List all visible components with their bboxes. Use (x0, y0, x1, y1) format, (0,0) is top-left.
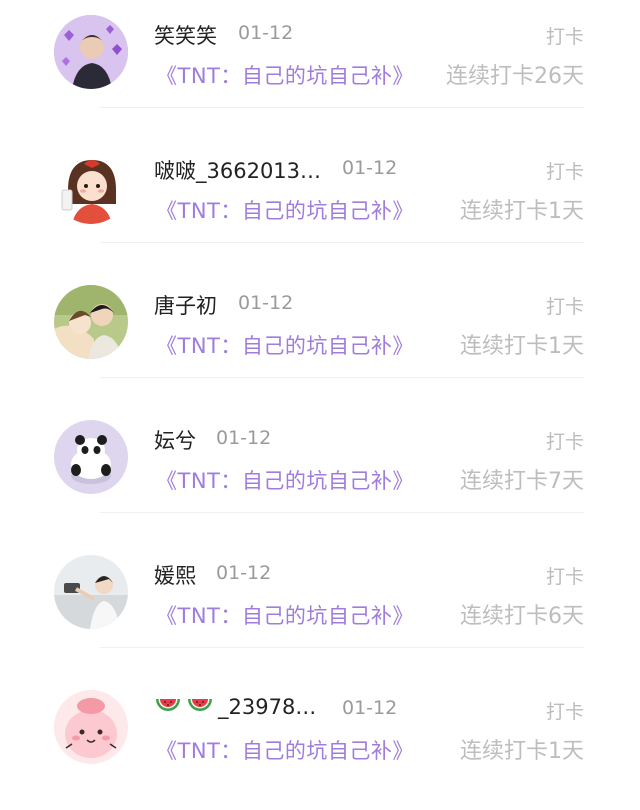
avatar[interactable] (54, 420, 128, 494)
checkin-date: 01-12 (216, 562, 272, 584)
checkin-label: 打卡 (545, 566, 584, 588)
purple-hearts-portrait-avatar-icon (54, 15, 128, 89)
checkin-date: 01-12 (342, 157, 398, 179)
streak-count: 连续打卡1天 (460, 199, 584, 224)
checkin-label: 打卡 (545, 161, 584, 183)
list-item[interactable]: 唐子初 01-12 打卡 《TNT：自己的坑自己补》 连续打卡1天 (0, 270, 640, 405)
panda-avatar-icon (54, 420, 128, 494)
topic-link[interactable]: 《TNT：自己的坑自己补》 (156, 60, 414, 90)
checkin-label: 打卡 (545, 431, 584, 453)
illustrated-couple-avatar-icon (54, 285, 128, 359)
checkin-date: 01-12 (216, 427, 272, 449)
topic-link[interactable]: 《TNT：自己的坑自己补》 (156, 600, 414, 630)
user-name[interactable]: 笑笑笑 (154, 20, 217, 50)
watermelon-icon (156, 699, 180, 711)
avatar[interactable] (54, 150, 128, 224)
streak-count: 连续打卡6天 (460, 604, 584, 629)
cartoon-girl-avatar-icon (54, 150, 128, 224)
topic-link[interactable]: 《TNT：自己的坑自己补》 (156, 465, 414, 495)
streak-count: 连续打卡26天 (446, 64, 584, 89)
topic-link[interactable]: 《TNT：自己的坑自己补》 (156, 735, 414, 765)
avatar[interactable] (54, 15, 128, 89)
checkin-date: 01-12 (238, 292, 294, 314)
checkin-label: 打卡 (545, 701, 584, 723)
list-item[interactable]: 啵啵_3662013… 01-12 打卡 《TNT：自己的坑自己补》 连续打卡1… (0, 135, 640, 270)
streak-count: 连续打卡1天 (460, 739, 584, 764)
user-name-text: _23978… (218, 695, 317, 719)
topic-link[interactable]: 《TNT：自己的坑自己补》 (156, 330, 414, 360)
user-name[interactable]: _23978… (154, 695, 316, 719)
photo-person-avatar-icon (54, 555, 128, 629)
divider (100, 377, 584, 378)
divider (100, 107, 584, 108)
checkin-date: 01-12 (238, 22, 294, 44)
list-item[interactable]: 媛熙 01-12 打卡 《TNT：自己的坑自己补》 连续打卡6天 (0, 540, 640, 675)
topic-link[interactable]: 《TNT：自己的坑自己补》 (156, 195, 414, 225)
watermelon-icon (188, 699, 212, 711)
checkin-date: 01-12 (342, 697, 398, 719)
divider (100, 242, 584, 243)
user-name[interactable]: 啵啵_3662013… (154, 155, 321, 185)
avatar[interactable] (54, 555, 128, 629)
checkin-label: 打卡 (545, 26, 584, 48)
avatar[interactable] (54, 285, 128, 359)
divider (100, 512, 584, 513)
streak-count: 连续打卡7天 (460, 469, 584, 494)
list-item[interactable]: 妘兮 01-12 打卡 《TNT：自己的坑自己补》 连续打卡7天 (0, 405, 640, 540)
list-item[interactable]: 笑笑笑 01-12 打卡 《TNT：自己的坑自己补》 连续打卡26天 (0, 0, 640, 135)
checkin-label: 打卡 (545, 296, 584, 318)
divider (100, 647, 584, 648)
user-name[interactable]: 妘兮 (154, 425, 196, 455)
avatar[interactable] (54, 690, 128, 764)
streak-count: 连续打卡1天 (460, 334, 584, 359)
pink-blob-avatar-icon (54, 690, 128, 764)
list-item[interactable]: _23978… 01-12 打卡 《TNT：自己的坑自己补》 连续打卡1天 (0, 675, 640, 810)
user-name[interactable]: 媛熙 (154, 560, 196, 590)
user-name[interactable]: 唐子初 (154, 290, 217, 320)
